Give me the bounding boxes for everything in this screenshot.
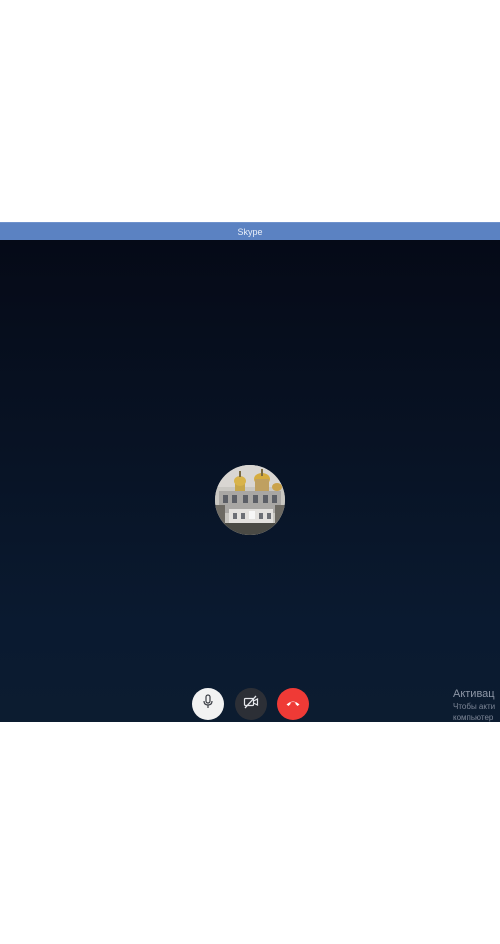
- window-title: Skype: [237, 227, 263, 237]
- video-off-icon: [243, 695, 259, 714]
- window-title-bar[interactable]: Skype: [0, 222, 500, 240]
- windows-activation-notice: Активац Чтобы акти компьютер: [453, 687, 495, 722]
- mute-button[interactable]: [192, 688, 224, 720]
- hang-up-button[interactable]: [277, 688, 309, 720]
- activation-title: Активац: [453, 688, 495, 700]
- contact-avatar[interactable]: [215, 465, 285, 535]
- microphone-icon: [201, 693, 215, 715]
- hang-up-icon: [285, 695, 301, 713]
- skype-window: Skype Активац Чтобы акти компьютер: [0, 222, 500, 722]
- activation-line-1: Чтобы акти: [453, 702, 496, 711]
- cathedral-photo-image: [215, 465, 285, 535]
- call-controls: [0, 688, 500, 722]
- activation-line-2: компьютер: [453, 713, 494, 722]
- call-screen: Активац Чтобы акти компьютер: [0, 240, 500, 722]
- video-toggle-button[interactable]: [235, 688, 267, 720]
